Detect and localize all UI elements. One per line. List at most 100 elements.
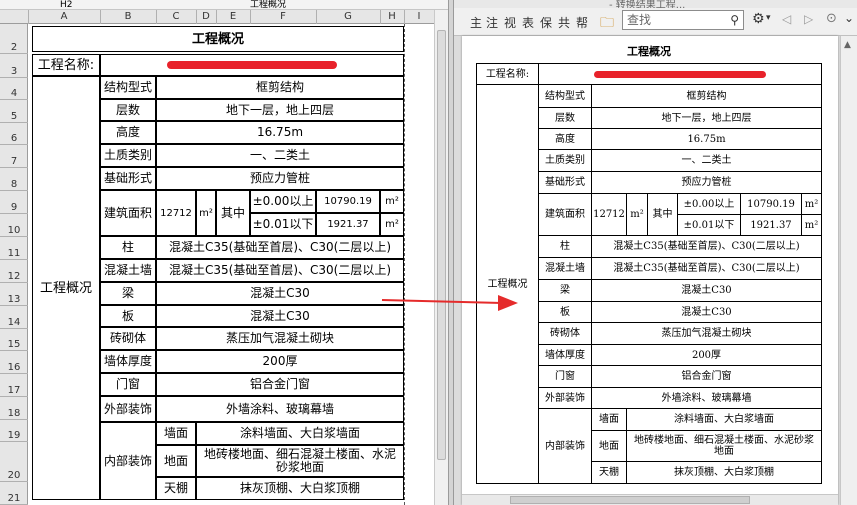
row-header[interactable]: 13 [0,283,28,306]
area-total[interactable]: 12712 [156,190,196,236]
menu-form[interactable]: 表 [522,14,534,31]
masonry-value[interactable]: 蒸压加气混凝土砌块 [156,327,404,350]
formula-bar[interactable]: H2 工程概况 [0,0,448,10]
wall-label[interactable]: 混凝土墙 [100,259,156,282]
row-header[interactable]: 10 [0,214,28,237]
row-header[interactable]: 9 [0,191,28,214]
area-among[interactable]: 其中 [216,190,250,236]
preview-horizontal-scrollbar[interactable] [462,494,838,505]
wall-value[interactable]: 混凝土C35(基础至首层)、C30(二层以上) [156,259,404,282]
soil-value[interactable]: 一、二类土 [156,144,404,167]
preview-vertical-scrollbar[interactable]: ▲ [840,36,857,505]
row-header[interactable]: 12 [0,260,28,283]
menu-view[interactable]: 视 [504,14,516,31]
menu-protect[interactable]: 保 [540,14,552,31]
project-name-label[interactable]: 工程名称: [32,54,100,76]
row-header[interactable]: 3 [0,54,28,78]
structure-label[interactable]: 结构型式 [100,76,156,99]
info-icon[interactable]: ⊙ [826,11,837,26]
column-label[interactable]: 柱 [100,236,156,259]
search-input[interactable]: 查找 ⚲ [622,10,744,30]
masonry-label[interactable]: 砖砌体 [100,327,156,350]
column-header[interactable]: F [250,10,317,24]
menu-share[interactable]: 共 [558,14,570,31]
row-header[interactable]: 17 [0,374,28,397]
wall-thickness-value[interactable]: 200厚 [156,350,404,373]
row-header[interactable]: 19 [0,420,28,442]
menu-annotate[interactable]: 注 [486,14,498,31]
row-header[interactable]: 6 [0,123,28,145]
column-header[interactable]: E [216,10,251,24]
gear-icon[interactable]: ⚙ [752,11,765,27]
row-header[interactable]: 5 [0,100,28,123]
interior-ceiling-label[interactable]: 天棚 [156,477,196,500]
floors-value[interactable]: 地下一层，地上四层 [156,99,404,121]
row-header[interactable]: 20 [0,442,28,482]
height-label[interactable]: 高度 [100,121,156,144]
row-header[interactable]: 21 [0,482,28,505]
column-header[interactable]: D [196,10,217,24]
project-name-value[interactable] [100,54,404,76]
scroll-up-icon[interactable]: ▲ [844,40,851,50]
beam-label[interactable]: 梁 [100,282,156,305]
collapse-icon[interactable]: ⌄ [844,11,854,25]
select-all-corner[interactable] [0,10,29,24]
area-below-value[interactable]: 1921.37 [316,213,380,236]
interior-wall-label[interactable]: 墙面 [156,422,196,445]
column-header[interactable]: B [100,10,157,24]
menu-main[interactable]: 主 [470,14,482,31]
structure-value[interactable]: 框剪结构 [156,76,404,99]
interior-wall-value[interactable]: 涂料墙面、大白浆墙面 [196,422,404,445]
area-above-value[interactable]: 10790.19 [316,190,380,213]
foundation-label[interactable]: 基础形式 [100,167,156,190]
interior-label[interactable]: 内部装饰 [100,422,156,500]
floors-label[interactable]: 层数 [100,99,156,121]
row-header[interactable]: 7 [0,145,28,168]
name-box[interactable]: H2 [60,0,73,9]
column-header[interactable]: C [156,10,197,24]
row-header[interactable]: 2 [0,24,28,54]
area-below-label[interactable]: ±0.01以下 [250,213,316,236]
column-header[interactable]: A [28,10,101,24]
column-value[interactable]: 混凝土C35(基础至首层)、C30(二层以上) [156,236,404,259]
exterior-value[interactable]: 外墙涂料、玻璃幕墙 [156,396,404,422]
row-header[interactable]: 15 [0,329,28,351]
row-header[interactable]: 8 [0,168,28,191]
group-label[interactable]: 工程概况 [32,76,100,500]
table-title[interactable]: 工程概况 [32,26,404,52]
row-header[interactable]: 11 [0,237,28,260]
soil-label[interactable]: 土质类别 [100,144,156,167]
column-header[interactable]: H [380,10,405,24]
area-label[interactable]: 建筑面积 [100,190,156,236]
area-below-unit[interactable]: m² [380,213,404,236]
doors-value[interactable]: 铝合金门窗 [156,373,404,396]
menu-help[interactable]: 帮 [576,14,588,31]
doors-label[interactable]: 门窗 [100,373,156,396]
slab-label[interactable]: 板 [100,305,156,327]
scrollbar-thumb[interactable] [510,496,750,504]
formula-text[interactable]: 工程概况 [250,0,286,9]
row-header[interactable]: 4 [0,78,28,100]
row-header[interactable]: 14 [0,306,28,329]
area-above-label[interactable]: ±0.00以上 [250,190,316,213]
interior-floor-value[interactable]: 地砖楼地面、细石混凝土楼面、水泥砂浆地面 [196,445,404,477]
scrollbar-thumb[interactable] [437,30,446,460]
column-header[interactable]: G [316,10,381,24]
previous-icon[interactable]: ◁ [782,12,791,26]
area-unit[interactable]: m² [196,190,216,236]
slab-value[interactable]: 混凝土C30 [156,305,404,327]
folder-search-icon[interactable]: 🗀 [600,12,614,36]
height-value[interactable]: 16.75m [156,121,404,144]
wall-thickness-label[interactable]: 墙体厚度 [100,350,156,373]
next-icon[interactable]: ▷ [804,12,813,26]
column-header[interactable]: I [404,10,435,24]
beam-value[interactable]: 混凝土C30 [156,282,404,305]
row-header[interactable]: 16 [0,351,28,374]
chevron-down-icon[interactable]: ▾ [766,13,771,23]
area-above-unit[interactable]: m² [380,190,404,213]
row-header[interactable]: 18 [0,397,28,420]
search-icon[interactable]: ⚲ [730,11,739,29]
exterior-label[interactable]: 外部装饰 [100,396,156,422]
interior-ceiling-value[interactable]: 抹灰顶棚、大白浆顶棚 [196,477,404,500]
foundation-value[interactable]: 预应力管桩 [156,167,404,190]
